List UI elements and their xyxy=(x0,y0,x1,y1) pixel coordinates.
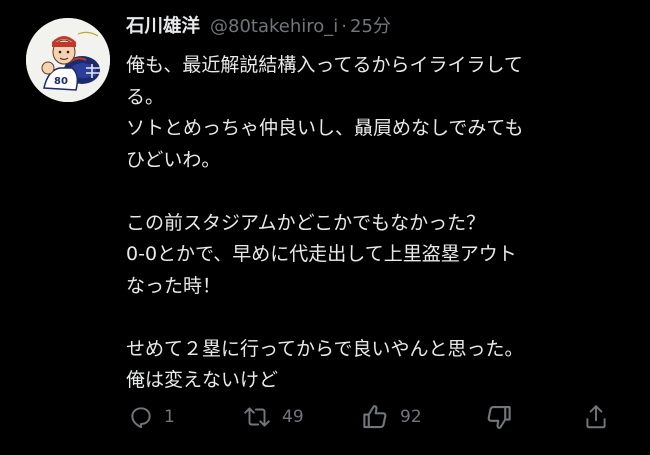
retweet-count: 49 xyxy=(282,407,304,427)
tweet-line: なった時！ xyxy=(126,274,222,297)
tweet-line: ソトとめっちゃ仲良いし、贔屓めなしでみても xyxy=(126,117,524,139)
svg-text:80: 80 xyxy=(54,76,68,87)
thumbs-down-icon xyxy=(487,405,511,429)
dislike-button[interactable] xyxy=(484,400,514,434)
reply-count: 1 xyxy=(164,407,175,427)
share-icon xyxy=(586,405,606,429)
tweet-actions: 1 49 92 xyxy=(128,400,614,434)
like-button[interactable]: 92 xyxy=(360,400,422,434)
tweet-line xyxy=(126,302,631,334)
tweet-line: ひどいわ。 xyxy=(126,148,221,171)
tweet-line: 0-0とかで、早めに代走出して上里盗塁アウト xyxy=(126,243,517,265)
tweet-line: る。 xyxy=(126,85,165,108)
avatar[interactable]: 80 xyxy=(26,18,110,102)
reply-icon xyxy=(131,407,151,429)
like-count: 92 xyxy=(400,407,422,427)
tweet-line: せめて２塁に行ってからで良いやんと思った。 xyxy=(126,337,524,360)
author-name[interactable]: 石川雄洋 xyxy=(126,12,200,42)
separator-dot: · xyxy=(341,16,348,37)
tweet-line: この前スタジアムかどこかでもなかった？ xyxy=(126,211,486,234)
retweet-icon xyxy=(244,407,270,427)
author-handle[interactable]: @80takehiro_i xyxy=(210,12,338,42)
tweet-line: 俺も、最近解説結構入ってるからイライラして xyxy=(126,54,523,76)
thumbs-up-icon xyxy=(363,405,387,429)
tweet-text: 俺も、最近解説結構入ってるからイライラして る。 ソトとめっちゃ仲良いし、贔屓め… xyxy=(126,50,631,397)
tweet-line xyxy=(126,176,631,208)
avatar-illustration: 80 xyxy=(26,18,110,102)
retweet-button[interactable]: 49 xyxy=(242,400,304,434)
tweet-header: 石川雄洋 @80takehiro_i · 25分 xyxy=(126,12,631,42)
share-button[interactable] xyxy=(583,400,609,434)
tweet: 石川雄洋 @80takehiro_i · 25分 俺も、最近解説結構入ってるから… xyxy=(126,12,631,397)
reply-button[interactable]: 1 xyxy=(128,400,175,434)
timestamp[interactable]: 25分 xyxy=(350,12,391,42)
tweet-line: 俺は変えないけど xyxy=(126,369,279,391)
